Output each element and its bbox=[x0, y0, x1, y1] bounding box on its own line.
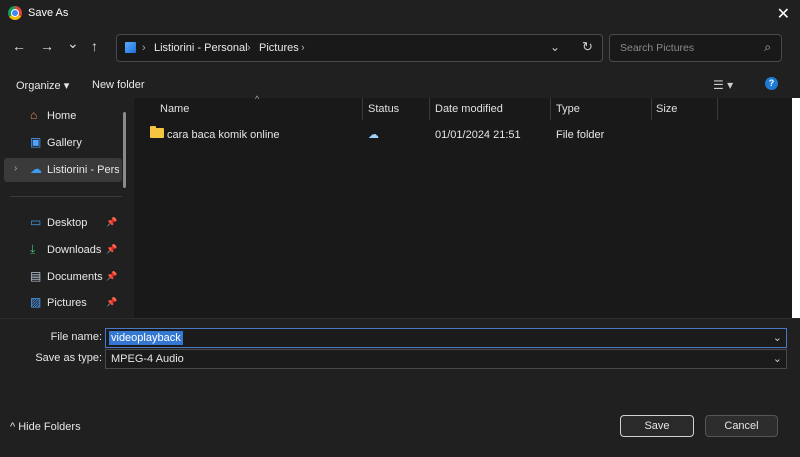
column-header-size[interactable]: Size bbox=[656, 103, 677, 115]
organize-button[interactable]: Organize ▾ bbox=[16, 79, 69, 92]
column-header-date[interactable]: Date modified bbox=[435, 103, 503, 115]
window-title: Save As bbox=[28, 7, 69, 19]
expand-chevron-icon[interactable]: › bbox=[14, 163, 17, 174]
save-as-type-select[interactable]: MPEG-4 Audio ⌄ bbox=[105, 349, 787, 369]
file-list: ^ Name Status Date modified Type Size ca… bbox=[134, 94, 800, 318]
file-name-field[interactable]: videoplayback ⌄ bbox=[105, 328, 787, 348]
file-date: 01/01/2024 21:51 bbox=[435, 129, 521, 141]
save-form: File name: videoplayback ⌄ Save as type:… bbox=[0, 318, 800, 457]
column-divider[interactable] bbox=[651, 98, 652, 120]
sidebar-item-documents[interactable]: ▤ Documents 📌 bbox=[0, 265, 126, 289]
folder-icon bbox=[150, 126, 164, 138]
pin-icon: 📌 bbox=[106, 297, 118, 307]
pin-icon: 📌 bbox=[106, 217, 118, 227]
onedrive-icon: ☁ bbox=[30, 162, 42, 176]
hide-folders-button[interactable]: ^ Hide Folders bbox=[10, 421, 81, 433]
home-icon: ⌂ bbox=[30, 108, 38, 122]
sidebar-item-desktop[interactable]: ▭ Desktop 📌 bbox=[0, 211, 126, 235]
sidebar-item-downloads[interactable]: ⤓ Downloads 📌 bbox=[0, 238, 126, 262]
navigation-pane: ⌂ Home ▣ Gallery › ☁ Listiorini - Person… bbox=[0, 98, 132, 318]
column-header-name[interactable]: Name bbox=[160, 103, 189, 115]
sidebar-scrollbar[interactable] bbox=[123, 112, 126, 188]
recent-locations-chevron-icon[interactable]: ⌄ bbox=[67, 35, 79, 52]
view-options-icon[interactable]: ☰ ▾ bbox=[713, 78, 733, 92]
sidebar-item-home[interactable]: ⌂ Home bbox=[0, 104, 126, 128]
downloads-icon: ⤓ bbox=[30, 242, 36, 256]
help-icon[interactable]: ? bbox=[765, 77, 778, 90]
chevron-down-icon[interactable]: ⌄ bbox=[773, 331, 782, 344]
sidebar-item-label: Gallery bbox=[47, 137, 82, 149]
pictures-icon: ▨ bbox=[30, 295, 42, 309]
sidebar-item-label: Listiorini - Personal bbox=[47, 164, 119, 176]
column-divider[interactable] bbox=[717, 98, 718, 120]
forward-arrow-icon[interactable]: → bbox=[40, 38, 54, 54]
breadcrumb-item[interactable]: Listiorini - Personal bbox=[154, 42, 248, 54]
save-as-type-label: Save as type: bbox=[35, 352, 102, 364]
sidebar-item-pictures[interactable]: ▨ Pictures 📌 bbox=[0, 291, 126, 315]
file-type: File folder bbox=[556, 129, 605, 141]
search-input[interactable]: Search Pictures bbox=[620, 42, 694, 54]
sidebar-item-label: Home bbox=[47, 110, 77, 122]
save-as-type-value: MPEG-4 Audio bbox=[111, 353, 184, 365]
breadcrumb-separator[interactable]: › bbox=[301, 42, 305, 54]
save-button[interactable]: Save bbox=[620, 415, 694, 437]
pin-icon: 📌 bbox=[106, 244, 118, 254]
up-arrow-icon[interactable]: ↑ bbox=[91, 38, 98, 54]
column-divider[interactable] bbox=[550, 98, 551, 120]
gallery-icon: ▣ bbox=[30, 135, 42, 149]
chrome-icon bbox=[8, 6, 22, 20]
chevron-down-icon[interactable]: ⌄ bbox=[550, 40, 560, 54]
search-box[interactable]: Search Pictures ⌕ bbox=[609, 34, 782, 62]
file-name-input[interactable]: videoplayback bbox=[109, 331, 183, 345]
cloud-status-icon: ☁ bbox=[368, 129, 379, 141]
pictures-icon bbox=[125, 42, 136, 53]
pin-icon: 📌 bbox=[106, 271, 118, 281]
column-divider[interactable] bbox=[362, 98, 363, 120]
address-bar[interactable]: › Listiorini - Personal › Pictures › ⌄ ↻ bbox=[116, 34, 603, 62]
column-header-type[interactable]: Type bbox=[556, 103, 580, 115]
back-arrow-icon[interactable]: ← bbox=[12, 38, 26, 54]
sort-ascending-icon: ^ bbox=[255, 94, 260, 104]
divider bbox=[10, 196, 122, 197]
breadcrumb-item[interactable]: Pictures bbox=[259, 42, 299, 54]
file-name-label: File name: bbox=[50, 331, 102, 343]
search-icon[interactable]: ⌕ bbox=[764, 40, 771, 55]
desktop-icon: ▭ bbox=[30, 215, 42, 229]
breadcrumb-separator: › bbox=[247, 42, 251, 54]
file-name: cara baca komik online bbox=[167, 129, 280, 141]
chevron-down-icon[interactable]: ⌄ bbox=[773, 352, 782, 365]
background-window-edge bbox=[792, 98, 800, 318]
documents-icon: ▤ bbox=[30, 269, 42, 283]
breadcrumb-separator: › bbox=[142, 42, 146, 54]
column-header-status[interactable]: Status bbox=[368, 103, 399, 115]
new-folder-button[interactable]: New folder bbox=[92, 79, 145, 91]
cancel-button[interactable]: Cancel bbox=[705, 415, 778, 437]
column-divider[interactable] bbox=[429, 98, 430, 120]
table-row[interactable]: cara baca komik online ☁ 01/01/2024 21:5… bbox=[134, 124, 800, 144]
command-bar: Organize ▾ New folder ☰ ▾ ? bbox=[0, 70, 800, 98]
sidebar-item-onedrive[interactable]: › ☁ Listiorini - Personal bbox=[4, 158, 122, 182]
title-bar: Save As ✕ bbox=[0, 0, 800, 28]
close-icon[interactable]: ✕ bbox=[777, 4, 790, 24]
sidebar-item-gallery[interactable]: ▣ Gallery bbox=[0, 131, 126, 155]
refresh-icon[interactable]: ↻ bbox=[582, 39, 593, 55]
navigation-bar: ← → ⌄ ↑ › Listiorini - Personal › Pictur… bbox=[0, 28, 800, 68]
